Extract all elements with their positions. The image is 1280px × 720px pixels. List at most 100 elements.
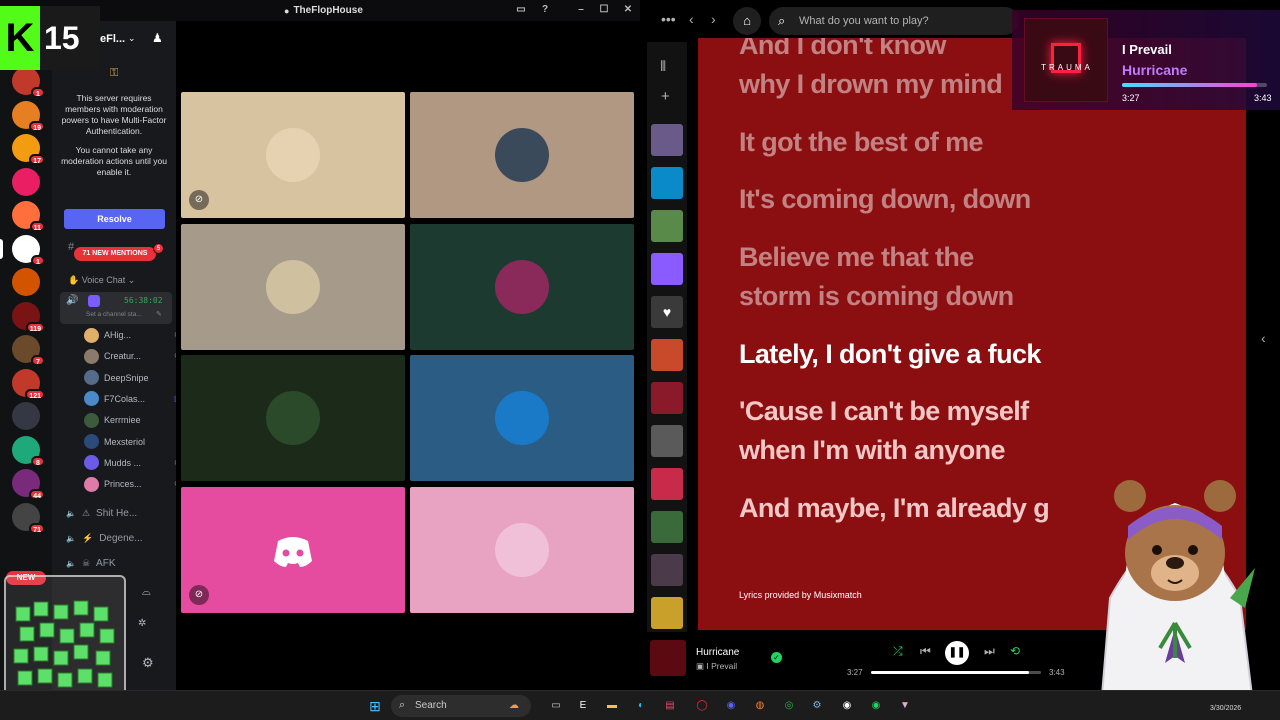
close-icon[interactable]: ✕	[622, 4, 634, 16]
more-icon[interactable]: •••	[661, 11, 676, 27]
video-tile[interactable]	[410, 355, 634, 481]
pencil-icon[interactable]: ✎	[156, 310, 162, 318]
headset-icon[interactable]: ⌓	[142, 586, 151, 599]
home-button[interactable]: ⌂	[733, 7, 761, 35]
voice-channel[interactable]: 🔈 ⚠ Shit He...	[66, 505, 137, 521]
video-tile[interactable]	[181, 355, 405, 481]
now-playing-title[interactable]: Hurricane	[696, 647, 739, 658]
lyric-line-active[interactable]: Lately, I don't give a fuck	[739, 335, 1041, 374]
server-name[interactable]: eFl...	[100, 33, 125, 45]
saved-check-icon[interactable]: ✓	[771, 652, 782, 663]
library-item[interactable]	[651, 468, 683, 500]
server-icon[interactable]: 1	[0, 234, 45, 266]
library-item[interactable]	[651, 167, 683, 199]
server-icon[interactable]	[12, 402, 40, 430]
shuffle-icon[interactable]: ⤮	[893, 644, 903, 659]
chevron-left-icon[interactable]: ‹	[1261, 330, 1266, 346]
task-view-icon[interactable]: ▭	[547, 697, 565, 715]
voice-category[interactable]: ✋ Voice Chat ⌄	[68, 275, 135, 286]
epic-games-icon[interactable]: E	[574, 697, 592, 715]
add-icon[interactable]: +	[661, 88, 670, 105]
library-icon[interactable]: ⦀	[660, 58, 666, 75]
album-art[interactable]	[650, 640, 686, 676]
resolve-button[interactable]: Resolve	[64, 209, 165, 229]
server-icon[interactable]: 121	[12, 368, 45, 400]
video-tile[interactable]: ⊘	[181, 92, 405, 218]
edge-icon[interactable]: ◐	[632, 697, 650, 715]
library-item[interactable]	[651, 425, 683, 457]
video-tile[interactable]: ⊘	[181, 486, 405, 613]
lyric-line-past[interactable]: storm is coming down	[739, 277, 1014, 316]
video-tile[interactable]	[181, 223, 405, 350]
spotify-icon[interactable]: ◉	[867, 697, 885, 715]
liked-songs-item[interactable]: ♥	[651, 296, 683, 328]
library-item[interactable]	[651, 511, 683, 543]
firefox-icon[interactable]: ◍	[751, 697, 769, 715]
pause-button[interactable]: ❚❚	[945, 641, 969, 665]
editor-icon[interactable]: ▤	[661, 697, 679, 715]
voice-channel[interactable]: 🔈 ⚡ Degene...	[66, 530, 143, 546]
server-icon[interactable]: 19	[12, 100, 45, 132]
server-icon[interactable]: 119	[12, 301, 45, 333]
chevron-down-icon[interactable]: ⌄	[128, 33, 136, 44]
server-icon[interactable]: 11	[12, 201, 45, 232]
now-playing-artist[interactable]: ▣ I Prevail	[696, 661, 737, 672]
next-icon[interactable]: ⏭	[984, 644, 995, 659]
help-icon[interactable]: ?	[539, 4, 551, 16]
lyric-line-past[interactable]: Believe me that the	[739, 238, 974, 277]
lyric-line-past[interactable]: why I drown my mind	[739, 65, 1003, 104]
lyric-line-upcoming[interactable]: And maybe, I'm already g	[739, 489, 1050, 528]
add-member-icon[interactable]: ♟	[152, 31, 163, 45]
file-explorer-icon[interactable]: ▬	[603, 697, 621, 715]
server-icon[interactable]: 7	[12, 335, 45, 366]
library-item[interactable]	[651, 210, 683, 242]
widgets-icon[interactable]: ☁	[505, 697, 523, 715]
voice-member[interactable]: Mexsteriol	[84, 434, 145, 450]
voice-member[interactable]: Creatur...⊗	[84, 348, 181, 364]
library-item[interactable]	[651, 597, 683, 629]
discord-icon[interactable]: ◉	[722, 697, 740, 715]
channel-status[interactable]: Set a channel sta...	[86, 311, 142, 318]
new-mentions-pill[interactable]: 71 NEW MENTIONS 5	[74, 243, 164, 261]
voice-member[interactable]: AHig...⊘	[84, 327, 181, 343]
app-icon[interactable]: ▼	[896, 697, 914, 715]
library-item[interactable]	[651, 253, 683, 285]
progress-bar[interactable]	[871, 671, 1041, 674]
library-item[interactable]	[651, 124, 683, 156]
voice-member[interactable]: Kerrmiee	[84, 412, 141, 428]
library-item[interactable]	[651, 554, 683, 586]
repeat-icon[interactable]: ⟲	[1010, 644, 1020, 658]
start-icon[interactable]: ⊞	[366, 697, 384, 715]
voice-member[interactable]: F7Colas...▣	[84, 391, 182, 407]
back-icon[interactable]: ‹	[689, 11, 694, 27]
video-tile[interactable]	[410, 223, 634, 350]
active-voice-channel[interactable]: 🔊 56:38:02 Set a channel sta... ✎	[60, 292, 172, 324]
inbox-icon[interactable]: ▭	[515, 4, 527, 16]
forward-icon[interactable]: ›	[711, 11, 716, 27]
voice-channel[interactable]: 🔈 ☠ AFK	[66, 555, 116, 571]
lyric-line-past[interactable]: And I don't know	[739, 38, 946, 65]
previous-icon[interactable]: ⏮	[920, 644, 931, 659]
lyric-line-upcoming[interactable]: when I'm with anyone	[739, 431, 1006, 470]
soundboard-icon[interactable]: ✲	[138, 618, 146, 629]
video-tile[interactable]	[410, 486, 634, 613]
server-icon[interactable]: 8	[12, 435, 45, 467]
maximize-icon[interactable]: ☐	[598, 4, 610, 16]
opera-icon[interactable]: ◯	[693, 697, 711, 715]
server-icon[interactable]: 1	[12, 67, 45, 98]
voice-member[interactable]: Mudds ...⊘	[84, 455, 181, 471]
chrome-icon[interactable]: ◎	[780, 697, 798, 715]
settings-gear-icon[interactable]: ⚙	[142, 655, 154, 671]
server-icon[interactable]	[12, 268, 40, 296]
library-item[interactable]	[651, 339, 683, 371]
server-icon[interactable]: 71	[12, 502, 45, 534]
server-icon[interactable]: 17	[12, 134, 45, 165]
obs-icon[interactable]: ◉	[838, 697, 856, 715]
minimize-icon[interactable]: –	[575, 4, 587, 16]
voice-member[interactable]: Princes...⊗	[84, 476, 181, 492]
lyric-line-past[interactable]: It got the best of me	[739, 123, 984, 162]
video-tile[interactable]	[410, 92, 634, 218]
lyric-line-upcoming[interactable]: 'Cause I can't be myself	[739, 392, 1029, 431]
server-icon[interactable]: 44	[12, 469, 45, 500]
steam-icon[interactable]: ⚙	[808, 697, 826, 715]
